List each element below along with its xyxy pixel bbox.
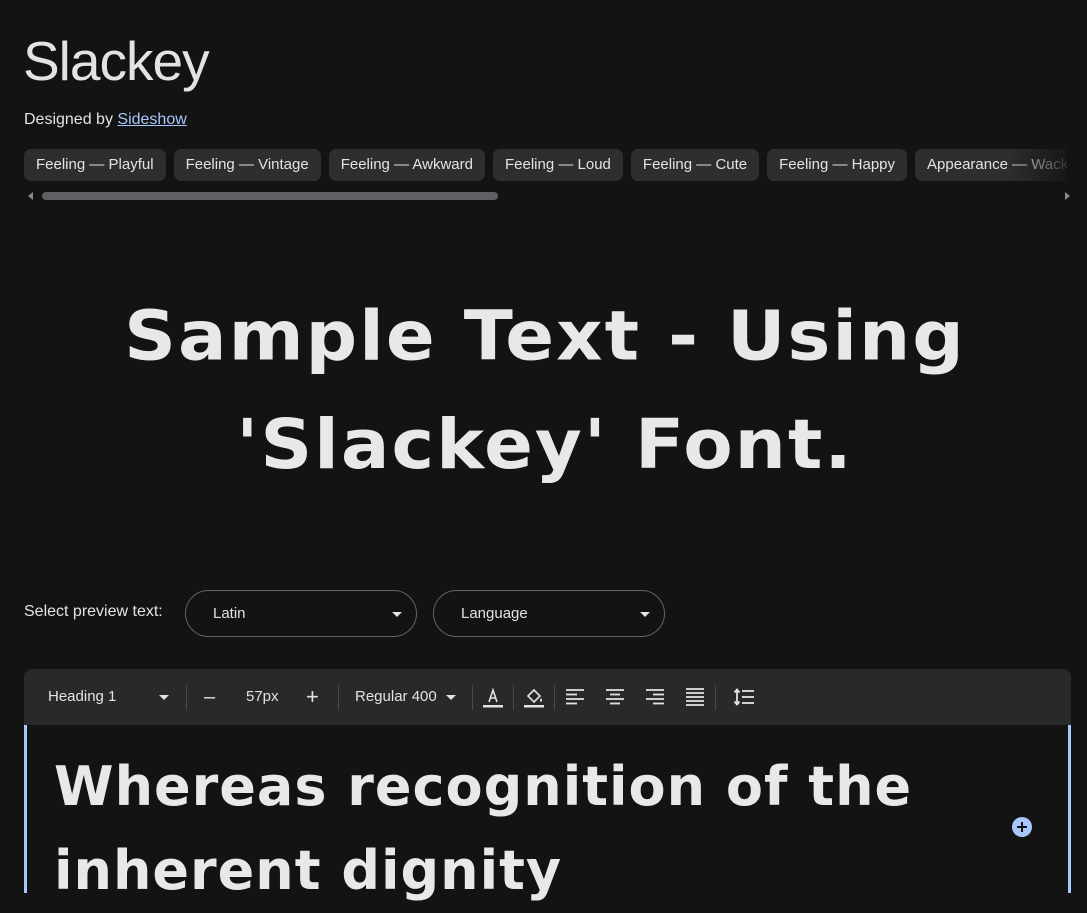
font-title: Slackey	[23, 30, 210, 92]
increase-size-button[interactable]: +	[306, 669, 319, 725]
chevron-down-icon	[640, 612, 650, 617]
editor-text[interactable]: Whereas recognition of the inherent dign…	[54, 745, 954, 913]
language-select[interactable]: Language	[433, 590, 665, 637]
editor-toolbar: Heading 1 – 57px + Regular 400	[24, 669, 1071, 725]
preview-label: Select preview text:	[24, 603, 163, 620]
language-select-value: Language	[461, 605, 528, 622]
toolbar-divider	[513, 685, 514, 710]
text-color-icon[interactable]	[482, 686, 504, 708]
align-justify-icon[interactable]	[684, 686, 706, 708]
tag-chip[interactable]: Feeling — Vintage	[173, 149, 321, 181]
align-center-icon[interactable]	[604, 686, 626, 708]
chevron-down-icon	[445, 694, 456, 700]
tag-chip[interactable]: Feeling — Playful	[24, 149, 166, 181]
scroll-right-arrow-icon[interactable]	[1065, 192, 1070, 200]
highlight-color-icon[interactable]	[523, 686, 545, 708]
decrease-size-button[interactable]: –	[204, 669, 215, 725]
scroll-left-arrow-icon[interactable]	[28, 192, 33, 200]
toolbar-divider	[554, 685, 555, 710]
tag-chip[interactable]: Feeling — Awkward	[328, 149, 485, 181]
toolbar-divider	[338, 685, 339, 710]
tag-chip[interactable]: Appearance — Wacky	[915, 149, 1067, 181]
weight-select[interactable]: Regular 400	[355, 669, 456, 725]
weight-select-value: Regular 400	[355, 688, 437, 705]
chevron-down-icon	[392, 612, 402, 617]
toolbar-divider	[472, 685, 473, 710]
tag-list: Feeling — Playful Feeling — Vintage Feel…	[24, 149, 1067, 182]
sample-text: Sample Text - Using 'Slackey' Font.	[124, 295, 966, 485]
preview-editor[interactable]: Whereas recognition of the inherent dign…	[24, 725, 1071, 902]
line-height-icon[interactable]	[733, 686, 755, 708]
tag-chip[interactable]: Feeling — Happy	[767, 149, 908, 181]
tags-scrollbar[interactable]	[24, 189, 1070, 203]
scrollbar-thumb[interactable]	[42, 192, 498, 200]
style-select[interactable]: Heading 1	[48, 669, 169, 725]
designer-link[interactable]: Sideshow	[117, 111, 186, 128]
align-left-icon[interactable]	[564, 686, 586, 708]
style-select-value: Heading 1	[48, 688, 117, 705]
toolbar-divider	[186, 685, 187, 710]
align-right-icon[interactable]	[644, 686, 666, 708]
add-circle-icon[interactable]	[1012, 817, 1032, 837]
toolbar-divider	[715, 685, 716, 710]
font-size-input[interactable]: 57px	[246, 669, 279, 725]
designer-line: Designed by Sideshow	[24, 110, 187, 130]
script-select-value: Latin	[213, 605, 246, 622]
designed-by-label: Designed by	[24, 111, 113, 128]
script-select[interactable]: Latin	[185, 590, 417, 637]
tag-chip[interactable]: Feeling — Cute	[630, 149, 760, 181]
chevron-down-icon	[158, 694, 169, 700]
tag-chip[interactable]: Feeling — Loud	[493, 149, 623, 181]
